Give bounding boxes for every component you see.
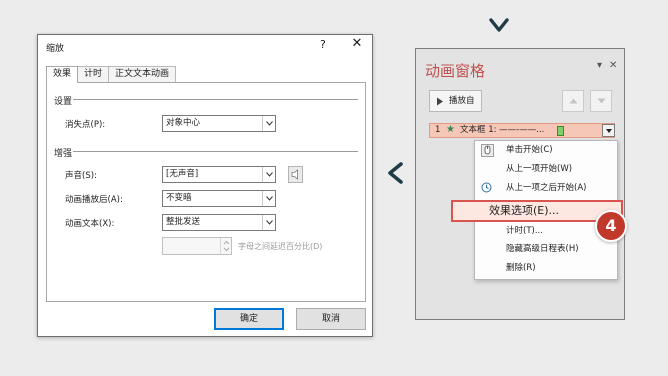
- chevron-down-icon: [262, 167, 275, 182]
- sound-label: 声音(S):: [65, 171, 97, 181]
- menu-item-label: 从上一项之后开始(A): [506, 183, 587, 193]
- menu-item-label: 从上一项开始(W): [506, 164, 573, 174]
- menu-item-label: 隐藏高级日程表(H): [506, 244, 579, 254]
- speaker-icon: [291, 169, 298, 180]
- enhance-divider: [73, 151, 358, 152]
- vanish-point-label: 消失点(P):: [65, 120, 106, 130]
- after-animation-label: 动画播放后(A):: [65, 195, 123, 205]
- sound-value: [无声音]: [166, 169, 199, 179]
- animation-order-number: 1: [435, 125, 441, 135]
- menu-item-remove[interactable]: 删除(R): [475, 260, 617, 277]
- letter-delay-hint: 字母之间延迟百分比(D): [238, 242, 323, 251]
- settings-heading: 设置: [54, 97, 73, 107]
- chevron-down-icon: [262, 191, 275, 206]
- pane-close-button[interactable]: ✕: [609, 60, 617, 71]
- tab-effect[interactable]: 效果: [46, 66, 79, 83]
- chevron-down-icon: [489, 18, 509, 32]
- menu-item-on-click[interactable]: 单击开始(C): [475, 142, 617, 159]
- effect-tab-panel: 设置 消失点(P): 对象中心 增强 声音(S): [无声音] 动画播放后(A)…: [46, 82, 366, 302]
- chevron-down-icon: [262, 116, 275, 131]
- chevron-down-icon: [262, 215, 275, 230]
- pane-options-button[interactable]: ▾: [597, 60, 602, 71]
- menu-item-label: 计时(T)...: [506, 226, 543, 236]
- animate-text-label: 动画文本(X):: [65, 219, 115, 229]
- enhance-heading: 增强: [54, 149, 73, 159]
- pane-title: 动画窗格: [425, 62, 486, 80]
- play-from-button[interactable]: 播放自: [429, 90, 482, 112]
- animate-text-select[interactable]: 整批发送: [162, 214, 276, 231]
- triangle-down-icon: [597, 98, 606, 104]
- entrance-star-icon: ★: [446, 124, 455, 135]
- menu-item-after-previous[interactable]: 从上一项之后开始(A): [475, 180, 617, 197]
- menu-item-hide-timeline[interactable]: 隐藏高级日程表(H): [475, 241, 617, 258]
- after-animation-value: 不变暗: [166, 193, 192, 203]
- menu-item-label: 单击开始(C): [506, 145, 553, 155]
- cancel-button[interactable]: 取消: [296, 308, 366, 330]
- animation-context-menu: 单击开始(C) 从上一项开始(W) 从上一项之后开始(A) 效果选项(E)...…: [451, 140, 623, 280]
- item-dropdown-button[interactable]: [602, 124, 615, 137]
- after-animation-select[interactable]: 不变暗: [162, 190, 276, 207]
- spinner-buttons[interactable]: [220, 238, 231, 254]
- triangle-up-icon: [569, 98, 578, 104]
- menu-item-with-previous[interactable]: 从上一项开始(W): [475, 161, 617, 178]
- timing-bar: [557, 126, 564, 136]
- play-icon: [437, 97, 443, 106]
- help-button[interactable]: ?: [320, 38, 326, 51]
- dialog-tabs: 效果 计时 正文文本动画: [46, 66, 177, 83]
- step-number-badge: 4: [595, 210, 627, 242]
- tab-text-animation[interactable]: 正文文本动画: [108, 66, 177, 82]
- animation-item-name: 文本框 1: ——-——...: [460, 125, 545, 135]
- settings-divider: [73, 99, 358, 100]
- close-dialog-button[interactable]: ✕: [350, 37, 364, 51]
- spinner-arrows-icon: [223, 240, 230, 252]
- vanish-point-select[interactable]: 对象中心: [162, 115, 276, 132]
- sound-select[interactable]: [无声音]: [162, 166, 276, 183]
- zoom-effect-dialog: 缩放 ? ✕ 效果 计时 正文文本动画 设置 消失点(P): 对象中心 增强 声…: [37, 34, 373, 337]
- triangle-down-icon: [606, 129, 612, 133]
- menu-item-label: 效果选项(E)...: [489, 204, 560, 217]
- move-down-button[interactable]: [590, 90, 612, 112]
- vanish-point-value: 对象中心: [166, 118, 201, 128]
- letter-delay-spinner[interactable]: [162, 237, 232, 255]
- play-from-label: 播放自: [449, 96, 475, 106]
- animate-text-value: 整批发送: [166, 217, 201, 227]
- tab-timing[interactable]: 计时: [77, 66, 110, 82]
- ok-button[interactable]: 确定: [214, 308, 284, 330]
- chevron-left-icon: [388, 162, 403, 184]
- menu-item-label: 删除(R): [506, 263, 536, 273]
- sound-volume-button[interactable]: [288, 166, 303, 183]
- move-up-button[interactable]: [562, 90, 584, 112]
- animation-list-item[interactable]: 1 ★ 文本框 1: ——-——...: [429, 123, 615, 138]
- clock-icon: [481, 182, 492, 200]
- dialog-title: 缩放: [46, 44, 65, 54]
